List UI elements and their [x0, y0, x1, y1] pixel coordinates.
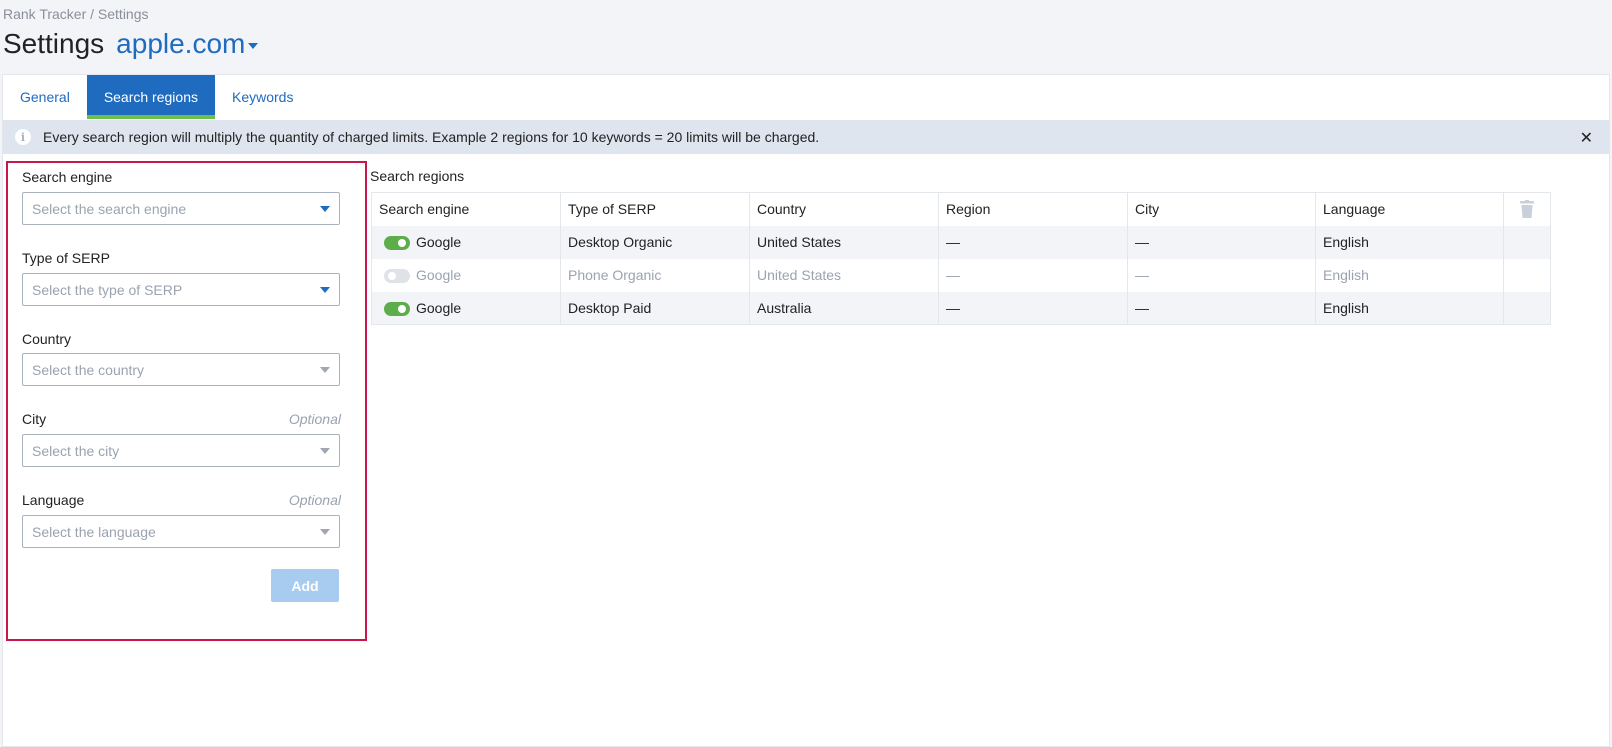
region-toggle[interactable] [384, 301, 410, 316]
column-header: Search engine [371, 192, 561, 226]
engine-cell: Google [371, 225, 561, 259]
serp-type-label: Type of SERP [22, 250, 110, 266]
column-header: Country [749, 192, 939, 226]
table-header-row: Search engine Type of SERP Country Regio… [371, 192, 1551, 226]
country-cell: United States [749, 225, 939, 259]
region-cell: — [938, 258, 1128, 292]
serp-type-placeholder: Select the type of SERP [32, 281, 183, 298]
column-header: Language [1315, 192, 1504, 226]
chevron-down-icon [320, 287, 330, 293]
language-cell: English [1315, 291, 1504, 325]
tab-search-regions[interactable]: Search regions [86, 75, 216, 119]
language-placeholder: Select the language [32, 523, 156, 540]
chevron-down-icon [320, 206, 330, 212]
country-cell: United States [749, 258, 939, 292]
column-header: Region [938, 192, 1128, 226]
delete-column-header [1503, 192, 1551, 226]
project-selector[interactable]: apple.com [116, 28, 259, 60]
engine-name: Google [416, 233, 462, 250]
city-cell: — [1127, 291, 1316, 325]
tab-keywords[interactable]: Keywords [215, 75, 310, 119]
chevron-down-icon [248, 43, 259, 49]
table-row: Google Desktop Paid Australia — — Englis… [371, 291, 1551, 325]
country-select[interactable]: Select the country [22, 353, 340, 386]
table-row: Google Phone Organic United States — — E… [371, 258, 1551, 292]
city-optional-hint: Optional [288, 411, 341, 427]
region-toggle[interactable] [384, 269, 410, 284]
engine-cell: Google [371, 291, 561, 325]
search-engine-placeholder: Select the search engine [32, 200, 187, 217]
project-name: apple.com [116, 28, 246, 59]
search-engine-label: Search engine [22, 169, 113, 185]
add-button[interactable]: Add [271, 569, 339, 602]
region-cell: — [938, 225, 1128, 259]
city-cell: — [1127, 258, 1316, 292]
serp-cell: Desktop Organic [560, 225, 750, 259]
engine-name: Google [416, 266, 462, 283]
notice-text: Every search region will multiply the qu… [43, 129, 820, 145]
country-cell: Australia [749, 291, 939, 325]
column-header: Type of SERP [560, 192, 750, 226]
breadcrumb: Rank Tracker / Settings [3, 6, 149, 22]
language-optional-hint: Optional [288, 492, 341, 508]
city-select[interactable]: Select the city [22, 434, 340, 467]
language-label: Language [22, 492, 85, 508]
actions-cell [1503, 291, 1551, 325]
serp-cell: Desktop Paid [560, 291, 750, 325]
chevron-down-icon [320, 448, 330, 454]
city-cell: — [1127, 225, 1316, 259]
page-title-row: Settings apple.com [3, 28, 259, 60]
engine-cell: Google [371, 258, 561, 292]
add-region-form: Search engine Select the search engine T… [6, 161, 367, 641]
search-regions-table: Search engine Type of SERP Country Regio… [371, 192, 1551, 325]
city-label: City [22, 411, 47, 427]
city-placeholder: Select the city [32, 442, 120, 459]
language-select[interactable]: Select the language [22, 515, 340, 548]
chevron-down-icon [320, 367, 330, 373]
close-icon[interactable]: ✕ [1580, 128, 1593, 148]
chevron-down-icon [320, 529, 330, 535]
search-regions-title: Search regions [370, 168, 465, 184]
region-cell: — [938, 291, 1128, 325]
table-row: Google Desktop Organic United States — —… [371, 225, 1551, 259]
engine-name: Google [416, 299, 462, 316]
country-placeholder: Select the country [32, 361, 145, 378]
actions-cell [1503, 225, 1551, 259]
actions-cell [1504, 259, 1551, 292]
country-label: Country [22, 331, 72, 347]
info-notice: i Every search region will multiply the … [3, 120, 1609, 154]
region-toggle[interactable] [384, 236, 410, 251]
serp-type-select[interactable]: Select the type of SERP [22, 273, 340, 306]
language-cell: English [1315, 258, 1504, 292]
page-title: Settings [3, 28, 105, 59]
search-engine-select[interactable]: Select the search engine [22, 192, 340, 225]
column-header: City [1127, 192, 1316, 226]
trash-icon[interactable] [1520, 200, 1534, 219]
tab-bar: General Search regions Keywords [3, 75, 310, 119]
serp-cell: Phone Organic [560, 258, 750, 292]
settings-card: General Search regions Keywords i Every … [2, 74, 1610, 747]
tab-general[interactable]: General [3, 75, 87, 119]
info-icon: i [15, 129, 31, 145]
language-cell: English [1315, 225, 1504, 259]
